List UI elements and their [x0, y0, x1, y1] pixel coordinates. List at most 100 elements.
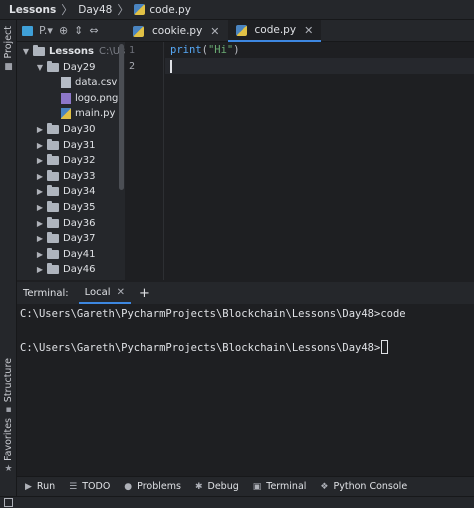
- terminal-header: Terminal: Local ✕ +: [17, 282, 474, 304]
- chevron-right-icon[interactable]: ▶: [35, 125, 45, 134]
- text-caret: [170, 60, 172, 73]
- tree-item-label: main.py: [75, 108, 116, 120]
- tree-item-day46[interactable]: ▶ Day46: [35, 262, 95, 277]
- project-tab-label: Project: [3, 26, 14, 59]
- tree-item-day31[interactable]: ▶ Day31: [35, 138, 95, 153]
- tool-label: TODO: [82, 481, 111, 492]
- project-view-selector[interactable]: P.▾: [39, 24, 53, 37]
- structure-tab-label: Structure: [3, 358, 14, 403]
- tree-item-label: Lessons: [49, 46, 94, 57]
- tree-item-day29[interactable]: ▼ Day29: [35, 60, 95, 75]
- code-editor[interactable]: 1 2 print("Hi"): [125, 42, 474, 280]
- chevron-right-icon[interactable]: ▶: [35, 250, 45, 259]
- tool-problems[interactable]: ● Problems: [124, 481, 181, 492]
- code-string: "Hi": [207, 44, 234, 56]
- folder-icon: [47, 232, 59, 244]
- tree-item-day41[interactable]: ▶ Day41: [35, 247, 95, 262]
- code-paren: ): [233, 44, 240, 56]
- tree-item-label: Day41: [63, 248, 96, 260]
- breadcrumb: Lessons 〉 Day48 〉 code.py: [0, 0, 474, 20]
- tree-item-day37[interactable]: ▶ Day37: [35, 231, 95, 246]
- python-file-icon: [133, 25, 144, 37]
- tree-item-label: Day29: [63, 61, 96, 73]
- tree-item-day33[interactable]: ▶ Day33: [35, 169, 95, 184]
- bottom-tool-bar: ▶ Run ☰ TODO ● Problems ✱ Debug ▣ Terminal ❖ Python…: [17, 476, 474, 496]
- tree-item-label: data.csv: [75, 77, 118, 89]
- folder-icon: [47, 201, 59, 212]
- structure-tool-tab[interactable]: Structure ▪: [1, 358, 16, 415]
- chevron-right-icon[interactable]: ▶: [35, 203, 45, 212]
- tree-item-data-csv[interactable]: data.csv: [49, 75, 117, 90]
- terminal-cursor: [381, 340, 389, 354]
- tree-item-label: Day32: [63, 155, 96, 167]
- tool-python-console[interactable]: ❖ Python Console: [320, 481, 407, 492]
- chevron-right-icon[interactable]: ▶: [35, 172, 45, 181]
- locate-icon[interactable]: ⊕: [59, 24, 68, 37]
- python-file-icon: [235, 24, 247, 36]
- tree-item-label: Day46: [63, 264, 96, 276]
- close-icon[interactable]: ✕: [304, 24, 313, 37]
- folder-icon: [33, 45, 45, 56]
- code-function: print: [170, 44, 202, 56]
- tool-debug[interactable]: ✱ Debug: [195, 481, 239, 492]
- debug-icon: ✱: [194, 481, 203, 492]
- chevron-right-icon[interactable]: ▶: [35, 265, 45, 274]
- tree-item-day34[interactable]: ▶ Day34: [35, 184, 95, 199]
- tree-item-label: Day34: [63, 186, 96, 198]
- chevron-right-icon[interactable]: ▶: [35, 187, 45, 196]
- tree-item-label: Day31: [63, 139, 96, 151]
- tree-item-label: Day35: [63, 202, 96, 213]
- tree-scrollbar[interactable]: [119, 44, 124, 190]
- tree-item-main-py[interactable]: main.py: [49, 106, 115, 121]
- tab-cookie-py[interactable]: cookie.py ✕: [125, 20, 228, 42]
- tool-run[interactable]: ▶ Run: [25, 481, 55, 492]
- favorites-tool-tab[interactable]: Favorites ★: [1, 418, 16, 474]
- tree-item-label: Day36: [63, 217, 96, 229]
- terminal-prompt-line[interactable]: C:\Users\Gareth\PycharmProjects\Blockcha…: [20, 340, 389, 354]
- tree-item-label: logo.png: [75, 92, 119, 104]
- terminal-output[interactable]: C:\Users\Gareth\PycharmProjects\Blockcha…: [17, 304, 474, 476]
- layout-toggle-icon[interactable]: [4, 498, 13, 507]
- terminal-tab-local[interactable]: Local ✕: [78, 282, 131, 304]
- line-number: 1: [128, 45, 135, 56]
- collapse-all-icon[interactable]: ⇔: [89, 24, 98, 37]
- problems-icon: ●: [124, 481, 133, 492]
- chevron-right-icon[interactable]: ▶: [35, 234, 45, 243]
- chevron-down-icon[interactable]: ▼: [35, 63, 45, 72]
- tree-item-day32[interactable]: ▶ Day32: [35, 153, 95, 168]
- run-icon: ▶: [25, 481, 32, 492]
- terminal-tab-label: Local: [84, 286, 111, 298]
- breadcrumb-root[interactable]: Lessons: [9, 4, 56, 16]
- folder-icon: ■: [4, 61, 13, 72]
- tool-label: Run: [36, 481, 56, 492]
- tree-item-day30[interactable]: ▶ Day30: [35, 122, 95, 137]
- chevron-right-icon[interactable]: ▶: [35, 156, 45, 165]
- tab-code-py[interactable]: code.py ✕: [227, 20, 322, 42]
- breadcrumb-file[interactable]: code.py: [149, 4, 191, 16]
- status-bar: [0, 496, 474, 508]
- tree-item-lessons[interactable]: ▼LessonsC:\Users\: [21, 44, 125, 59]
- chevron-right-icon[interactable]: ▶: [35, 219, 45, 228]
- chevron-down-icon[interactable]: ▼: [21, 47, 31, 56]
- tool-label: Problems: [137, 481, 181, 492]
- structure-icon: ▪: [5, 405, 12, 416]
- project-tool-tab[interactable]: Project ■: [1, 26, 16, 72]
- project-tree[interactable]: ▼LessonsC:\Users\▼Day29data.csvlogo.pngm…: [17, 42, 125, 280]
- tool-label: Debug: [207, 481, 239, 492]
- folder-icon: [47, 263, 59, 275]
- tool-todo[interactable]: ☰ TODO: [69, 481, 110, 492]
- terminal-icon: ▣: [252, 481, 262, 492]
- close-icon[interactable]: ✕: [210, 25, 219, 38]
- tree-item-day35[interactable]: ▶ Day35: [35, 200, 95, 215]
- chevron-right-icon[interactable]: ▶: [35, 141, 45, 150]
- close-icon[interactable]: ✕: [117, 287, 125, 298]
- new-terminal-icon[interactable]: +: [139, 286, 150, 301]
- code-line[interactable]: print("Hi"): [170, 44, 240, 56]
- folder-icon: [47, 123, 59, 134]
- breadcrumb-folder[interactable]: Day48: [78, 4, 112, 16]
- tool-terminal[interactable]: ▣ Terminal: [253, 481, 307, 492]
- tree-item-logo-png[interactable]: logo.png: [49, 91, 118, 106]
- expand-all-icon[interactable]: ⇕: [74, 24, 83, 37]
- python-console-icon: ❖: [320, 481, 329, 492]
- tree-item-day36[interactable]: ▶ Day36: [35, 216, 95, 231]
